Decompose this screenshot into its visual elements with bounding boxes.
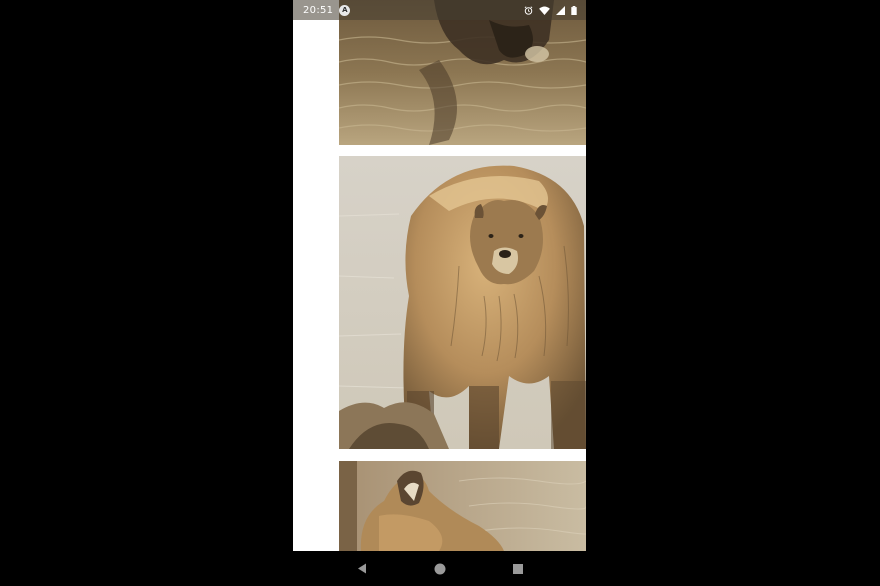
battery-icon [571, 5, 577, 15]
recents-icon[interactable] [512, 563, 524, 575]
gallery-image-grizzly-bear[interactable] [339, 156, 586, 449]
wifi-icon [539, 5, 550, 15]
cellular-signal-icon [556, 5, 565, 15]
back-icon[interactable] [356, 563, 368, 575]
home-icon[interactable] [434, 563, 446, 575]
navigation-bar [293, 551, 586, 586]
image-gallery[interactable] [293, 0, 586, 551]
status-time: 20:51 [303, 4, 334, 16]
gallery-image-bear-roaring[interactable] [339, 461, 586, 551]
app-notification-icon: A [339, 4, 351, 16]
alarm-icon [524, 5, 533, 15]
status-icons [524, 5, 577, 15]
gallery-image-bear-in-water[interactable] [339, 0, 586, 145]
phone-screen: 20:51 A [293, 0, 586, 586]
status-bar: 20:51 A [293, 0, 586, 20]
